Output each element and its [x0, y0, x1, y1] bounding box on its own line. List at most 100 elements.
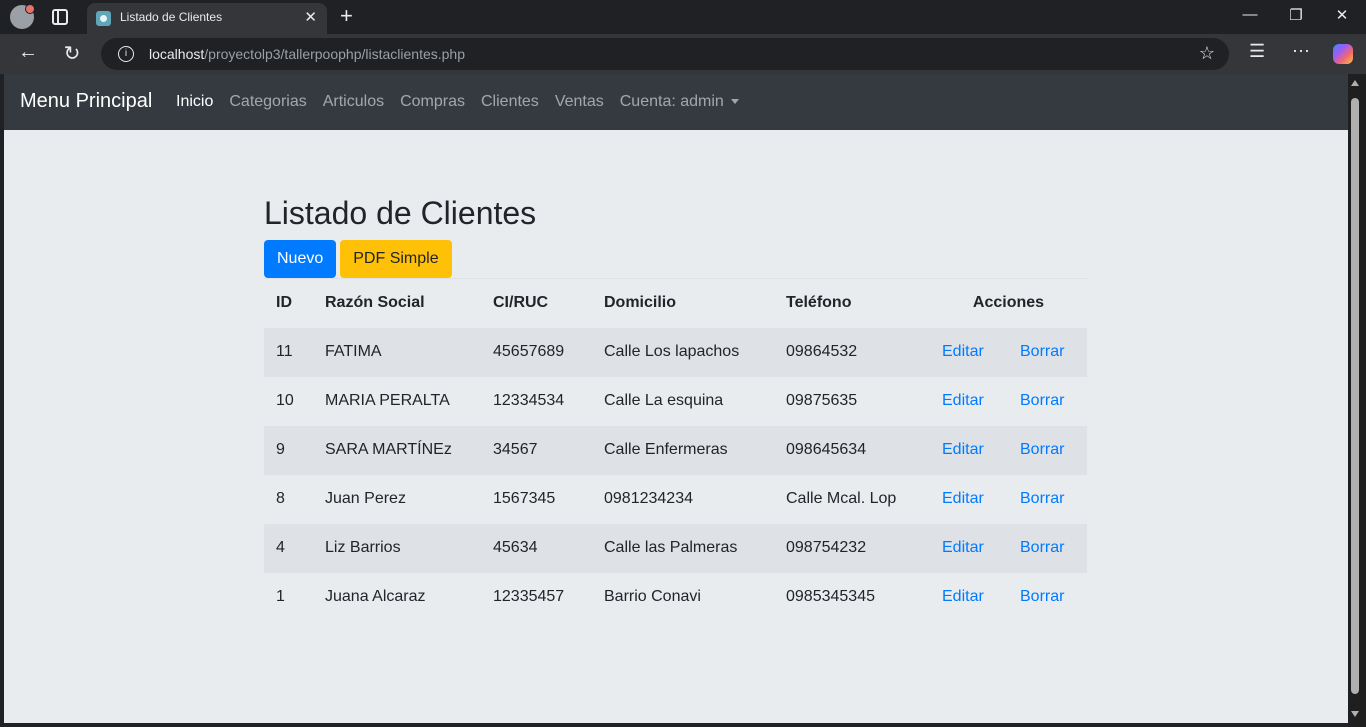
- edit-link-label[interactable]: Editar: [942, 490, 984, 507]
- pdf-simple-button[interactable]: PDF Simple: [340, 240, 452, 278]
- content-container: Listado de Clientes Nuevo PDF Simple ID …: [264, 194, 1087, 622]
- profile-avatar-icon[interactable]: [10, 4, 35, 29]
- site-info-icon[interactable]: i: [118, 46, 134, 62]
- nav-articulos[interactable]: Articulos: [323, 93, 384, 111]
- table-row: 1 Juana Alcaraz 12335457 Barrio Conavi 0…: [264, 573, 1087, 622]
- cell-razon-social: Liz Barrios: [313, 523, 481, 573]
- favicon-icon: [96, 11, 111, 26]
- cell-ci-ruc: 12335457: [493, 588, 565, 606]
- table-row: 11 FATIMA 45657689 Calle Los lapachos 09…: [264, 327, 1087, 377]
- page-scrollbar[interactable]: [1348, 74, 1366, 727]
- cell-domicilio: Calle las Palmeras: [592, 523, 774, 573]
- edit-link[interactable]: Editar: [930, 475, 1008, 524]
- url-text[interactable]: localhost/proyectolp3/tallerpoophp/lista…: [149, 46, 465, 62]
- nav-inicio[interactable]: Inicio: [176, 93, 213, 111]
- cell-razon-social: Juan Perez: [325, 490, 406, 507]
- cell-ci-ruc: 34567: [481, 425, 592, 475]
- scrollbar-thumb[interactable]: [1351, 98, 1359, 694]
- edit-link[interactable]: Editar: [930, 377, 1008, 426]
- delete-link-label[interactable]: Borrar: [1020, 343, 1064, 360]
- minimize-icon[interactable]: —: [1240, 6, 1260, 23]
- edit-link[interactable]: Editar: [930, 425, 1008, 475]
- cell-razon-social: SARA MARTÍNEz: [313, 425, 481, 475]
- cell-id: 11: [264, 327, 313, 377]
- browser-toolbar: ← ↻ i localhost/proyectolp3/tallerpoophp…: [0, 34, 1366, 74]
- delete-link-label[interactable]: Borrar: [1020, 441, 1064, 458]
- edit-link[interactable]: Editar: [930, 327, 1008, 377]
- cell-id: 1: [276, 588, 285, 606]
- more-menu-icon[interactable]: ⋯: [1292, 41, 1310, 62]
- delete-link[interactable]: Borrar: [1008, 573, 1087, 622]
- nav-categorias[interactable]: Categorias: [229, 93, 306, 111]
- table-row: 8 Juan Perez 1567345 0981234234 Calle Mc…: [264, 475, 1087, 524]
- nav-ventas[interactable]: Ventas: [555, 93, 604, 111]
- restore-icon[interactable]: ❐: [1286, 6, 1306, 24]
- scroll-down-icon[interactable]: [1351, 711, 1359, 717]
- nav-clientes[interactable]: Clientes: [481, 93, 539, 111]
- cell-id: 9: [264, 425, 313, 475]
- delete-link-label[interactable]: Borrar: [1020, 539, 1064, 556]
- cell-domicilio: Calle La esquina: [604, 392, 724, 409]
- edit-link-label[interactable]: Editar: [942, 392, 984, 409]
- column-header: CI/RUC: [481, 278, 592, 328]
- cell-telefono: 098754232: [774, 523, 930, 573]
- edit-link[interactable]: Editar: [930, 573, 1008, 622]
- edit-link-label[interactable]: Editar: [942, 343, 984, 360]
- delete-link[interactable]: Borrar: [1008, 327, 1087, 377]
- main-navbar: Menu Principal Inicio Categorias Articul…: [4, 74, 1348, 130]
- address-bar[interactable]: i localhost/proyectolp3/tallerpoophp/lis…: [101, 38, 1229, 70]
- nav-account-dropdown[interactable]: Cuenta: admin: [620, 93, 739, 111]
- account-label: Cuenta: admin: [619, 93, 724, 110]
- cell-id: 10: [276, 392, 294, 409]
- table-header-row: ID Razón Social CI/RUC Domicilio Teléfon…: [264, 278, 1087, 328]
- edit-link-label[interactable]: Editar: [942, 539, 984, 556]
- cell-domicilio: 0981234234: [604, 490, 693, 507]
- tab-close-icon[interactable]: ✕: [304, 8, 317, 26]
- page-viewport: Menu Principal Inicio Categorias Articul…: [4, 74, 1348, 723]
- cell-domicilio: Barrio Conavi: [604, 588, 701, 606]
- cell-domicilio: Calle Enfermeras: [592, 425, 774, 475]
- column-header: Teléfono: [774, 278, 930, 328]
- cell-ci-ruc: 45657689: [481, 327, 592, 377]
- cell-telefono: 09864532: [774, 327, 930, 377]
- copilot-icon[interactable]: [1333, 44, 1353, 64]
- window-close-icon[interactable]: ✕: [1332, 6, 1352, 24]
- scroll-up-icon[interactable]: [1351, 80, 1359, 86]
- cell-razon-social: Juana Alcaraz: [325, 588, 426, 606]
- delete-link-label[interactable]: Borrar: [1020, 588, 1064, 605]
- table-row: 4 Liz Barrios 45634 Calle las Palmeras 0…: [264, 523, 1087, 573]
- cell-telefono: 0985345345: [786, 588, 875, 606]
- table-row: 9 SARA MARTÍNEz 34567 Calle Enfermeras 0…: [264, 425, 1087, 475]
- table-row: 10 MARIA PERALTA 12334534 Calle La esqui…: [264, 377, 1087, 426]
- cell-razon-social: MARIA PERALTA: [325, 392, 450, 409]
- edit-link-label[interactable]: Editar: [942, 441, 984, 458]
- delete-link[interactable]: Borrar: [1008, 475, 1087, 524]
- delete-link[interactable]: Borrar: [1008, 377, 1087, 426]
- page-title: Listado de Clientes: [264, 195, 537, 231]
- delete-link-label[interactable]: Borrar: [1020, 490, 1064, 507]
- browser-tab[interactable]: Listado de Clientes ✕: [87, 3, 327, 34]
- delete-link[interactable]: Borrar: [1008, 523, 1087, 573]
- edit-link-label[interactable]: Editar: [942, 588, 984, 605]
- clients-table: ID Razón Social CI/RUC Domicilio Teléfon…: [264, 278, 1087, 622]
- tab-title: Listado de Clientes: [120, 10, 223, 24]
- cell-ci-ruc: 12334534: [493, 392, 565, 409]
- cell-telefono: Calle Mcal. Lop: [786, 490, 897, 507]
- tab-actions-icon[interactable]: [52, 9, 68, 25]
- column-header: Domicilio: [592, 278, 774, 328]
- new-tab-icon[interactable]: +: [340, 3, 353, 29]
- column-header: Acciones: [930, 278, 1087, 328]
- edit-link[interactable]: Editar: [930, 523, 1008, 573]
- favorite-star-icon[interactable]: ☆: [1199, 43, 1215, 64]
- back-icon[interactable]: ←: [16, 41, 40, 64]
- cell-domicilio: Calle Los lapachos: [592, 327, 774, 377]
- new-client-button[interactable]: Nuevo: [264, 240, 337, 278]
- cell-telefono: 09875635: [786, 392, 858, 409]
- reload-icon[interactable]: ↻: [60, 41, 84, 66]
- delete-link[interactable]: Borrar: [1008, 425, 1087, 475]
- favorites-icon[interactable]: ☰: [1249, 41, 1265, 62]
- navbar-brand[interactable]: Menu Principal: [20, 90, 152, 113]
- nav-compras[interactable]: Compras: [400, 93, 465, 111]
- cell-id: 4: [264, 523, 313, 573]
- delete-link-label[interactable]: Borrar: [1020, 392, 1064, 409]
